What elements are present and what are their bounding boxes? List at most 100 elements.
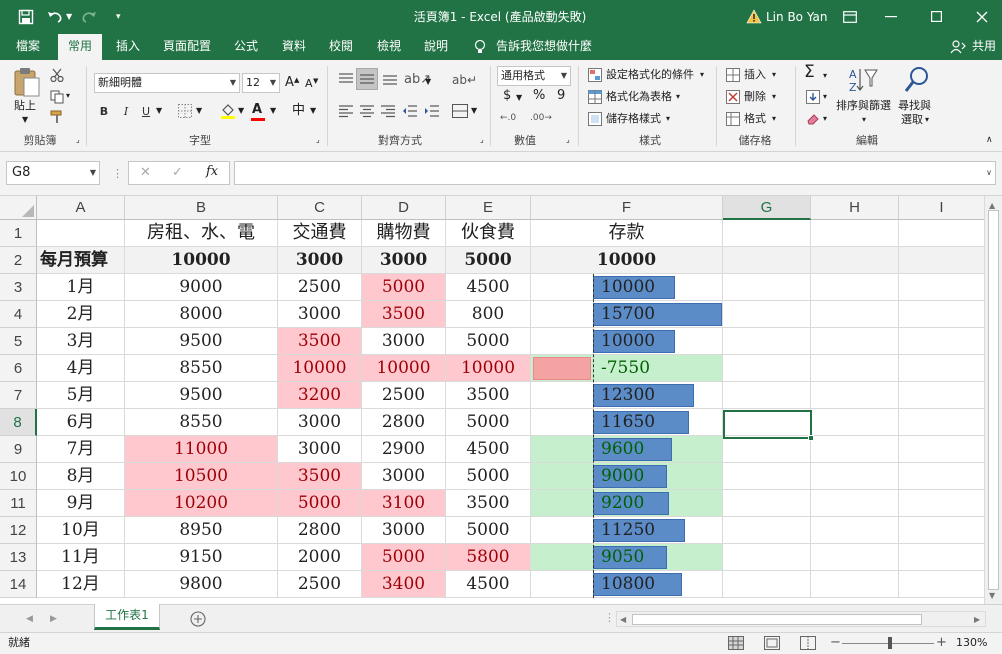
borders-icon[interactable]: [178, 104, 192, 118]
cell-a8[interactable]: 6月: [37, 409, 125, 436]
bold-button[interactable]: B: [94, 101, 114, 121]
cell-d3[interactable]: 5000: [362, 274, 446, 301]
cell-i14[interactable]: [899, 571, 984, 598]
formula-input[interactable]: ∨: [234, 161, 996, 185]
number-launcher-icon[interactable]: ⌟: [566, 132, 570, 148]
cell-h8[interactable]: [811, 409, 899, 436]
cell-b6[interactable]: 8550: [125, 355, 278, 382]
cell-i9[interactable]: [899, 436, 984, 463]
cell-b1[interactable]: 房租、水、電: [125, 220, 278, 247]
row-header-10[interactable]: 10: [0, 463, 37, 490]
cell-a4[interactable]: 2月: [37, 301, 125, 328]
cell-c8[interactable]: 3000: [278, 409, 362, 436]
currency-button[interactable]: $: [503, 88, 511, 104]
save-icon[interactable]: [18, 9, 34, 25]
cell-i12[interactable]: [899, 517, 984, 544]
cell-g1[interactable]: [723, 220, 811, 247]
increase-decimal-icon[interactable]: ←.0: [500, 110, 516, 126]
cell-d10[interactable]: 3000: [362, 463, 446, 490]
cell-e13[interactable]: 5800: [446, 544, 531, 571]
cell-g3[interactable]: [723, 274, 811, 301]
cell-e4[interactable]: 800: [446, 301, 531, 328]
cell-i6[interactable]: [899, 355, 984, 382]
find-select-button-line2[interactable]: 選取: [901, 112, 923, 128]
tab-insert[interactable]: 插入: [110, 34, 146, 60]
phonetic-button[interactable]: 中: [292, 103, 305, 119]
tab-home[interactable]: 常用: [58, 34, 102, 60]
cell-c13[interactable]: 2000: [278, 544, 362, 571]
shrink-font-button[interactable]: A: [305, 76, 313, 92]
tab-page-layout[interactable]: 頁面配置: [158, 34, 216, 60]
cell-d6[interactable]: 10000: [362, 355, 446, 382]
page-layout-view-icon[interactable]: [764, 636, 780, 650]
hscroll-thumb[interactable]: [632, 614, 922, 625]
fill-color-icon[interactable]: [220, 103, 236, 119]
cell-d7[interactable]: 2500: [362, 382, 446, 409]
cell-b8[interactable]: 8550: [125, 409, 278, 436]
cell-d1[interactable]: 購物費: [362, 220, 446, 247]
name-box[interactable]: G8 ▼: [6, 161, 100, 185]
tab-formulas[interactable]: 公式: [228, 34, 264, 60]
cell-d11[interactable]: 3100: [362, 490, 446, 517]
cell-a13[interactable]: 11月: [37, 544, 125, 571]
font-name-select[interactable]: 新細明體 ▼: [94, 73, 240, 93]
cell-styles-button[interactable]: 儲存格樣式: [606, 111, 661, 127]
fill-icon[interactable]: [806, 90, 820, 104]
cell-c10[interactable]: 3500: [278, 463, 362, 490]
cell-a10[interactable]: 8月: [37, 463, 125, 490]
column-header-f[interactable]: F: [531, 196, 723, 220]
row-header-7[interactable]: 7: [0, 382, 37, 409]
tab-help[interactable]: 說明: [418, 34, 454, 60]
italic-button[interactable]: I: [116, 101, 136, 121]
cell-e7[interactable]: 3500: [446, 382, 531, 409]
cancel-button[interactable]: ✕: [140, 165, 151, 181]
cell-b3[interactable]: 9000: [125, 274, 278, 301]
tab-data[interactable]: 資料: [276, 34, 312, 60]
cell-b13[interactable]: 9150: [125, 544, 278, 571]
decrease-decimal-icon[interactable]: .00→: [530, 110, 552, 126]
find-dropdown-icon[interactable]: ▾: [925, 112, 929, 128]
increase-indent-icon[interactable]: [424, 104, 440, 118]
cell-i3[interactable]: [899, 274, 984, 301]
row-header-1[interactable]: 1: [0, 220, 37, 247]
cell-a11[interactable]: 9月: [37, 490, 125, 517]
sort-dropdown-icon[interactable]: ▾: [862, 112, 866, 128]
wrap-text-icon[interactable]: ab↵: [452, 72, 477, 88]
conditional-format-button[interactable]: 設定格式化的條件: [606, 67, 694, 83]
cell-i8[interactable]: [899, 409, 984, 436]
delete-cells-button[interactable]: 刪除: [744, 89, 766, 105]
cell-e3[interactable]: 4500: [446, 274, 531, 301]
maximize-icon[interactable]: [931, 11, 942, 22]
clear-icon[interactable]: [806, 112, 820, 126]
row-header-4[interactable]: 4: [0, 301, 37, 328]
next-sheet-icon[interactable]: ▶: [50, 611, 57, 627]
tab-view[interactable]: 檢視: [371, 34, 407, 60]
cell-g4[interactable]: [723, 301, 811, 328]
cell-d9[interactable]: 2900: [362, 436, 446, 463]
row-header-9[interactable]: 9: [0, 436, 37, 463]
cell-g12[interactable]: [723, 517, 811, 544]
tell-me-search[interactable]: 告訴我您想做什麼: [496, 34, 596, 60]
format-as-table-button[interactable]: 格式化為表格: [606, 89, 672, 105]
cell-i13[interactable]: [899, 544, 984, 571]
cell-d12[interactable]: 3000: [362, 517, 446, 544]
cell-h4[interactable]: [811, 301, 899, 328]
column-header-g[interactable]: G: [723, 196, 811, 220]
cell-d2[interactable]: 3000: [362, 247, 446, 274]
cell-e5[interactable]: 5000: [446, 328, 531, 355]
share-icon[interactable]: [950, 40, 966, 54]
cell-c2[interactable]: 3000: [278, 247, 362, 274]
cell-a6[interactable]: 4月: [37, 355, 125, 382]
align-center-icon[interactable]: [359, 104, 375, 118]
row-header-8[interactable]: 8: [0, 409, 37, 436]
cell-g5[interactable]: [723, 328, 811, 355]
comma-button[interactable]: 9: [557, 88, 565, 104]
page-break-view-icon[interactable]: [800, 636, 816, 650]
cell-b2[interactable]: 10000: [125, 247, 278, 274]
cell-c11[interactable]: 5000: [278, 490, 362, 517]
cell-i5[interactable]: [899, 328, 984, 355]
cell-h6[interactable]: [811, 355, 899, 382]
customize-qat-icon[interactable]: ▾: [116, 0, 121, 34]
prev-sheet-icon[interactable]: ◀: [26, 611, 33, 627]
row-header-2[interactable]: 2: [0, 247, 37, 274]
